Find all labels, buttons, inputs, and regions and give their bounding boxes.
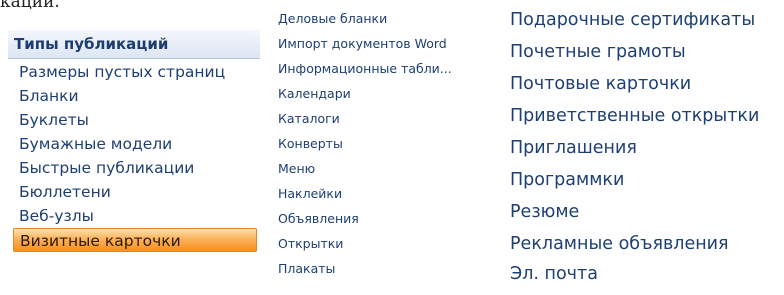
publication-type-item-blank-page-sizes[interactable]: Размеры пустых страниц [13, 60, 257, 84]
middle-item-greeting-cards[interactable]: Открытки [278, 235, 500, 253]
publication-type-item-newsletters[interactable]: Бюллетени [13, 180, 257, 204]
right-item-invitations[interactable]: Приглашения [510, 136, 784, 160]
publication-type-item-brochures[interactable]: Буклеты [13, 108, 257, 132]
middle-item-envelopes[interactable]: Конверты [278, 135, 500, 153]
middle-item-catalogs[interactable]: Каталоги [278, 110, 500, 128]
right-item-postcards[interactable]: Почтовые карточки [510, 72, 784, 96]
middle-item-info-tables[interactable]: Информационные табли... [278, 60, 500, 78]
middle-item-menus[interactable]: Меню [278, 160, 500, 178]
publication-types-title: Типы публикаций [14, 35, 169, 53]
right-item-programs[interactable]: Программки [510, 168, 784, 192]
right-item-email[interactable]: Эл. почта [510, 262, 784, 286]
right-item-advertisements[interactable]: Рекламные объявления [510, 232, 784, 256]
publication-type-item-paper-models[interactable]: Бумажные модели [13, 132, 257, 156]
middle-item-business-forms[interactable]: Деловые бланки [278, 10, 500, 28]
middle-item-calendars[interactable]: Календари [278, 85, 500, 103]
publisher-start-screen: кации. Типы публикаций Размеры пустых ст… [0, 0, 784, 295]
publication-types-middle-column: Деловые бланки Импорт документов Word Ин… [278, 0, 500, 295]
publication-type-item-web-sites[interactable]: Веб-узлы [13, 204, 257, 228]
publication-types-right-column: Подарочные сертификаты Почетные грамоты … [510, 0, 784, 295]
right-item-award-certificates[interactable]: Почетные грамоты [510, 40, 784, 64]
publication-type-item-business-cards[interactable]: Визитные карточки [13, 228, 257, 252]
right-item-gift-certificates[interactable]: Подарочные сертификаты [510, 8, 784, 32]
middle-item-announcements[interactable]: Объявления [278, 210, 500, 228]
truncated-caption-text: кации. [0, 0, 60, 12]
publication-type-item-quick-publications[interactable]: Быстрые публикации [13, 156, 257, 180]
right-item-greeting-postcards[interactable]: Приветственные открытки [510, 104, 784, 128]
middle-item-import-word-documents[interactable]: Импорт документов Word [278, 35, 500, 53]
middle-item-labels[interactable]: Наклейки [278, 185, 500, 203]
publication-types-header: Типы публикаций [8, 30, 260, 59]
publication-type-item-forms[interactable]: Бланки [13, 84, 257, 108]
middle-item-posters[interactable]: Плакаты [278, 260, 500, 278]
right-item-resumes[interactable]: Резюме [510, 200, 784, 224]
